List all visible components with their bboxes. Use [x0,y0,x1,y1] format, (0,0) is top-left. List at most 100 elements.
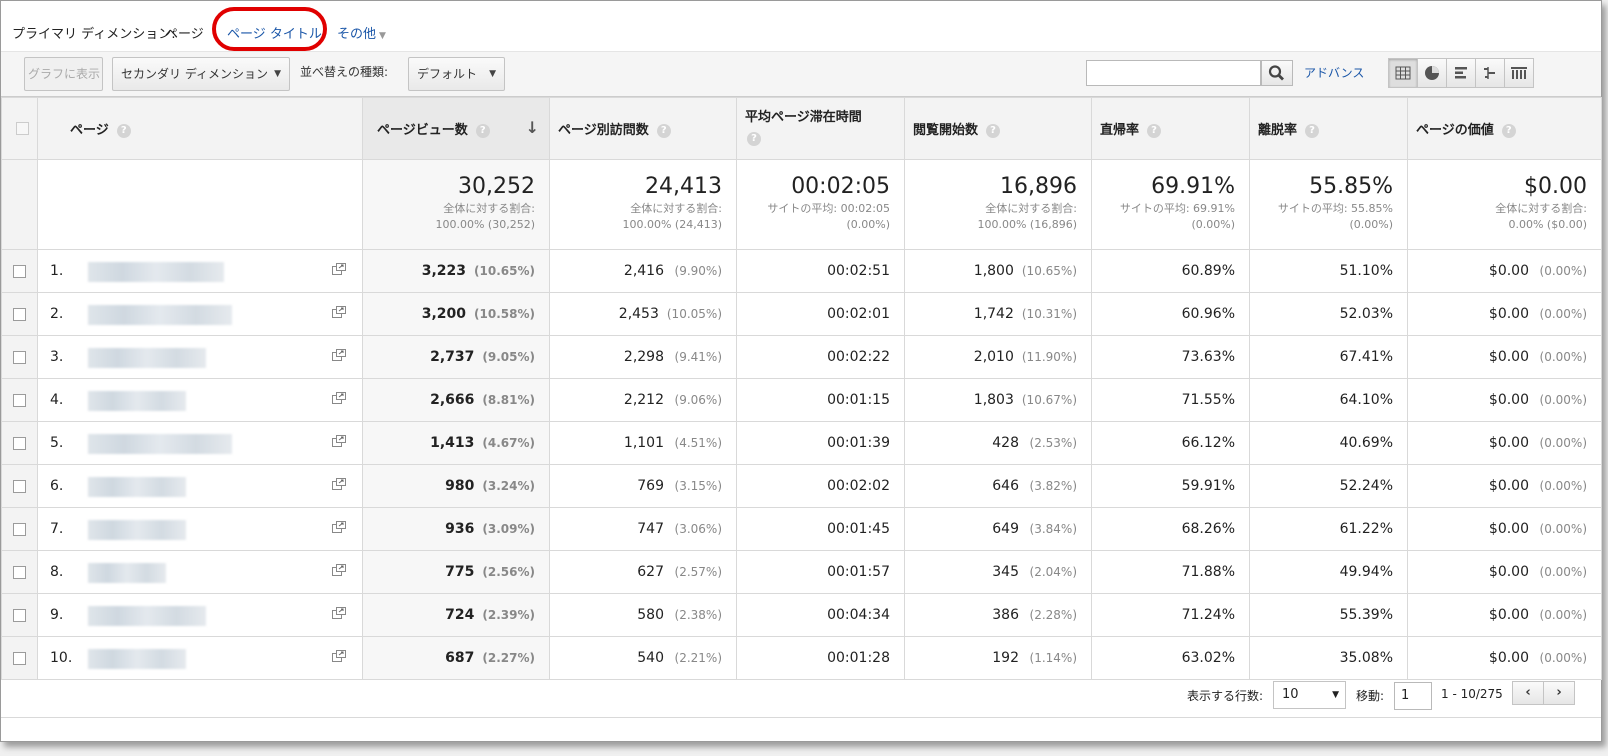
row-checkbox[interactable] [13,608,26,622]
external-link-icon[interactable] [332,392,346,404]
pageviews-cell: 980 (3.24%) [362,464,550,508]
col-header-page[interactable]: ページ? [37,97,363,160]
row-select-cell [1,464,38,508]
pageviews-cell: 2,666 (8.81%) [362,378,550,422]
compare-view-button[interactable] [1475,58,1505,88]
external-link-icon[interactable] [332,263,346,275]
help-icon[interactable]: ? [1147,123,1162,138]
redacted-page-path[interactable] [88,606,206,626]
entrances-percent: (3.84%) [1029,522,1077,536]
page-value-value: $0.00 [1488,392,1529,408]
col-header-page-value[interactable]: ページの価値? [1407,97,1602,160]
select-all-checkbox[interactable] [16,122,29,135]
entrances-cell: 428 (2.53%) [904,421,1092,465]
help-icon[interactable]: ? [1501,123,1516,138]
bounce-rate-value: 66.12% [1181,435,1235,451]
page-value-cell: $0.00 (0.00%) [1407,292,1602,336]
row-checkbox[interactable] [13,436,26,450]
report-table: ページ? ページビュー数? ↓ ページ別訪問数? 平均ページ滞在時間? 閲覧開始数… [1,97,1602,680]
rows-per-page-value: 10 [1282,687,1299,702]
col-header-entrances[interactable]: 閲覧開始数? [904,97,1092,160]
row-number: 10. [50,650,73,666]
sort-type-label: 並べ替えの種類: [300,65,389,79]
row-select-cell [1,292,38,336]
exit-rate-value: 55.39% [1339,607,1393,623]
help-icon[interactable]: ? [747,132,761,146]
external-link-icon[interactable] [332,521,346,533]
external-link-icon[interactable] [332,349,346,361]
total-sub: 全体に対する割合: [1495,202,1587,215]
table-row: 3. 2,737 (9.05%) 2,298 (9.41%) 00:02:22 2,010 (… [1,335,1602,379]
redacted-page-path[interactable] [88,434,232,454]
avg-time-cell: 00:01:45 [736,507,905,551]
exit-rate-value: 52.03% [1339,306,1393,322]
advanced-filter-link[interactable]: アドバンス [1304,64,1364,81]
rows-per-page-select[interactable]: 10 ▼ [1273,681,1346,709]
entrances-value: 649 [992,521,1019,537]
col-header-unique-pageviews[interactable]: ページ別訪問数? [549,97,737,160]
pageviews-value: 687 [445,650,475,666]
redacted-page-path[interactable] [88,305,232,325]
dimension-other-dropdown[interactable]: その他 ▼ [337,23,386,42]
col-header-avg-time[interactable]: 平均ページ滞在時間? [736,97,905,160]
unique-pageviews-percent: (3.06%) [674,522,722,536]
redacted-page-path[interactable] [88,348,206,368]
external-link-icon[interactable] [332,607,346,619]
next-page-button[interactable]: › [1543,681,1575,705]
help-icon[interactable]: ? [1305,123,1320,138]
table-search-input[interactable] [1086,60,1261,86]
redacted-page-path[interactable] [88,563,166,583]
help-icon[interactable]: ? [656,123,671,138]
row-checkbox[interactable] [13,393,26,407]
plot-rows-button[interactable]: グラフに表示 [24,57,103,91]
help-icon[interactable]: ? [475,123,490,138]
exit-rate-value: 52.24% [1339,478,1393,494]
total-value: 55.85% [1309,174,1393,199]
unique-pageviews-cell: 580 (2.38%) [549,593,737,637]
unique-pageviews-percent: (3.15%) [674,479,722,493]
bounce-rate-value: 60.89% [1181,263,1235,279]
external-link-icon[interactable] [332,435,346,447]
redacted-page-path[interactable] [88,391,186,411]
bounce-rate-cell: 59.91% [1091,464,1250,508]
goto-label: 移動: [1356,689,1385,703]
pivot-view-button[interactable] [1504,58,1534,88]
prev-page-button[interactable]: ‹ [1512,681,1544,705]
row-checkbox[interactable] [13,522,26,536]
goto-page-input[interactable]: 1 [1394,682,1432,710]
redacted-page-path[interactable] [88,262,224,282]
entrances-value: 2,010 [973,349,1014,365]
pie-view-button[interactable] [1417,58,1447,88]
redacted-page-path[interactable] [88,649,186,669]
row-number: 3. [50,349,64,365]
table-row: 1. 3,223 (10.65%) 2,416 (9.90%) 00:02:51 1,800… [1,249,1602,293]
bounce-rate-value: 63.02% [1181,650,1235,666]
col-header-pageviews[interactable]: ページビュー数? ↓ [362,97,550,160]
col-header-bounce-rate[interactable]: 直帰率? [1091,97,1250,160]
help-icon[interactable]: ? [116,123,131,138]
external-link-icon[interactable] [332,564,346,576]
col-header-label: ページ [70,123,109,138]
search-button[interactable] [1261,60,1293,86]
row-checkbox[interactable] [13,565,26,579]
pageviews-percent: (3.24%) [482,479,535,493]
row-checkbox[interactable] [13,350,26,364]
row-checkbox[interactable] [13,307,26,321]
redacted-page-path[interactable] [88,520,186,540]
help-icon[interactable]: ? [986,123,1001,138]
page-value-percent: (0.00%) [1539,608,1587,622]
col-header-exit-rate[interactable]: 離脱率? [1249,97,1408,160]
external-link-icon[interactable] [332,478,346,490]
bar-view-button[interactable] [1446,58,1476,88]
redacted-page-path[interactable] [88,477,186,497]
sort-type-dropdown[interactable]: デフォルト ▼ [408,57,505,91]
row-checkbox[interactable] [13,479,26,493]
unique-pageviews-percent: (4.51%) [674,436,722,450]
row-checkbox[interactable] [13,651,26,665]
secondary-dimension-dropdown[interactable]: セカンダリ ディメンション ▼ [112,57,290,91]
bounce-rate-value: 60.96% [1181,306,1235,322]
external-link-icon[interactable] [332,650,346,662]
external-link-icon[interactable] [332,306,346,318]
grid-view-button[interactable] [1388,58,1418,88]
row-checkbox[interactable] [13,264,26,278]
